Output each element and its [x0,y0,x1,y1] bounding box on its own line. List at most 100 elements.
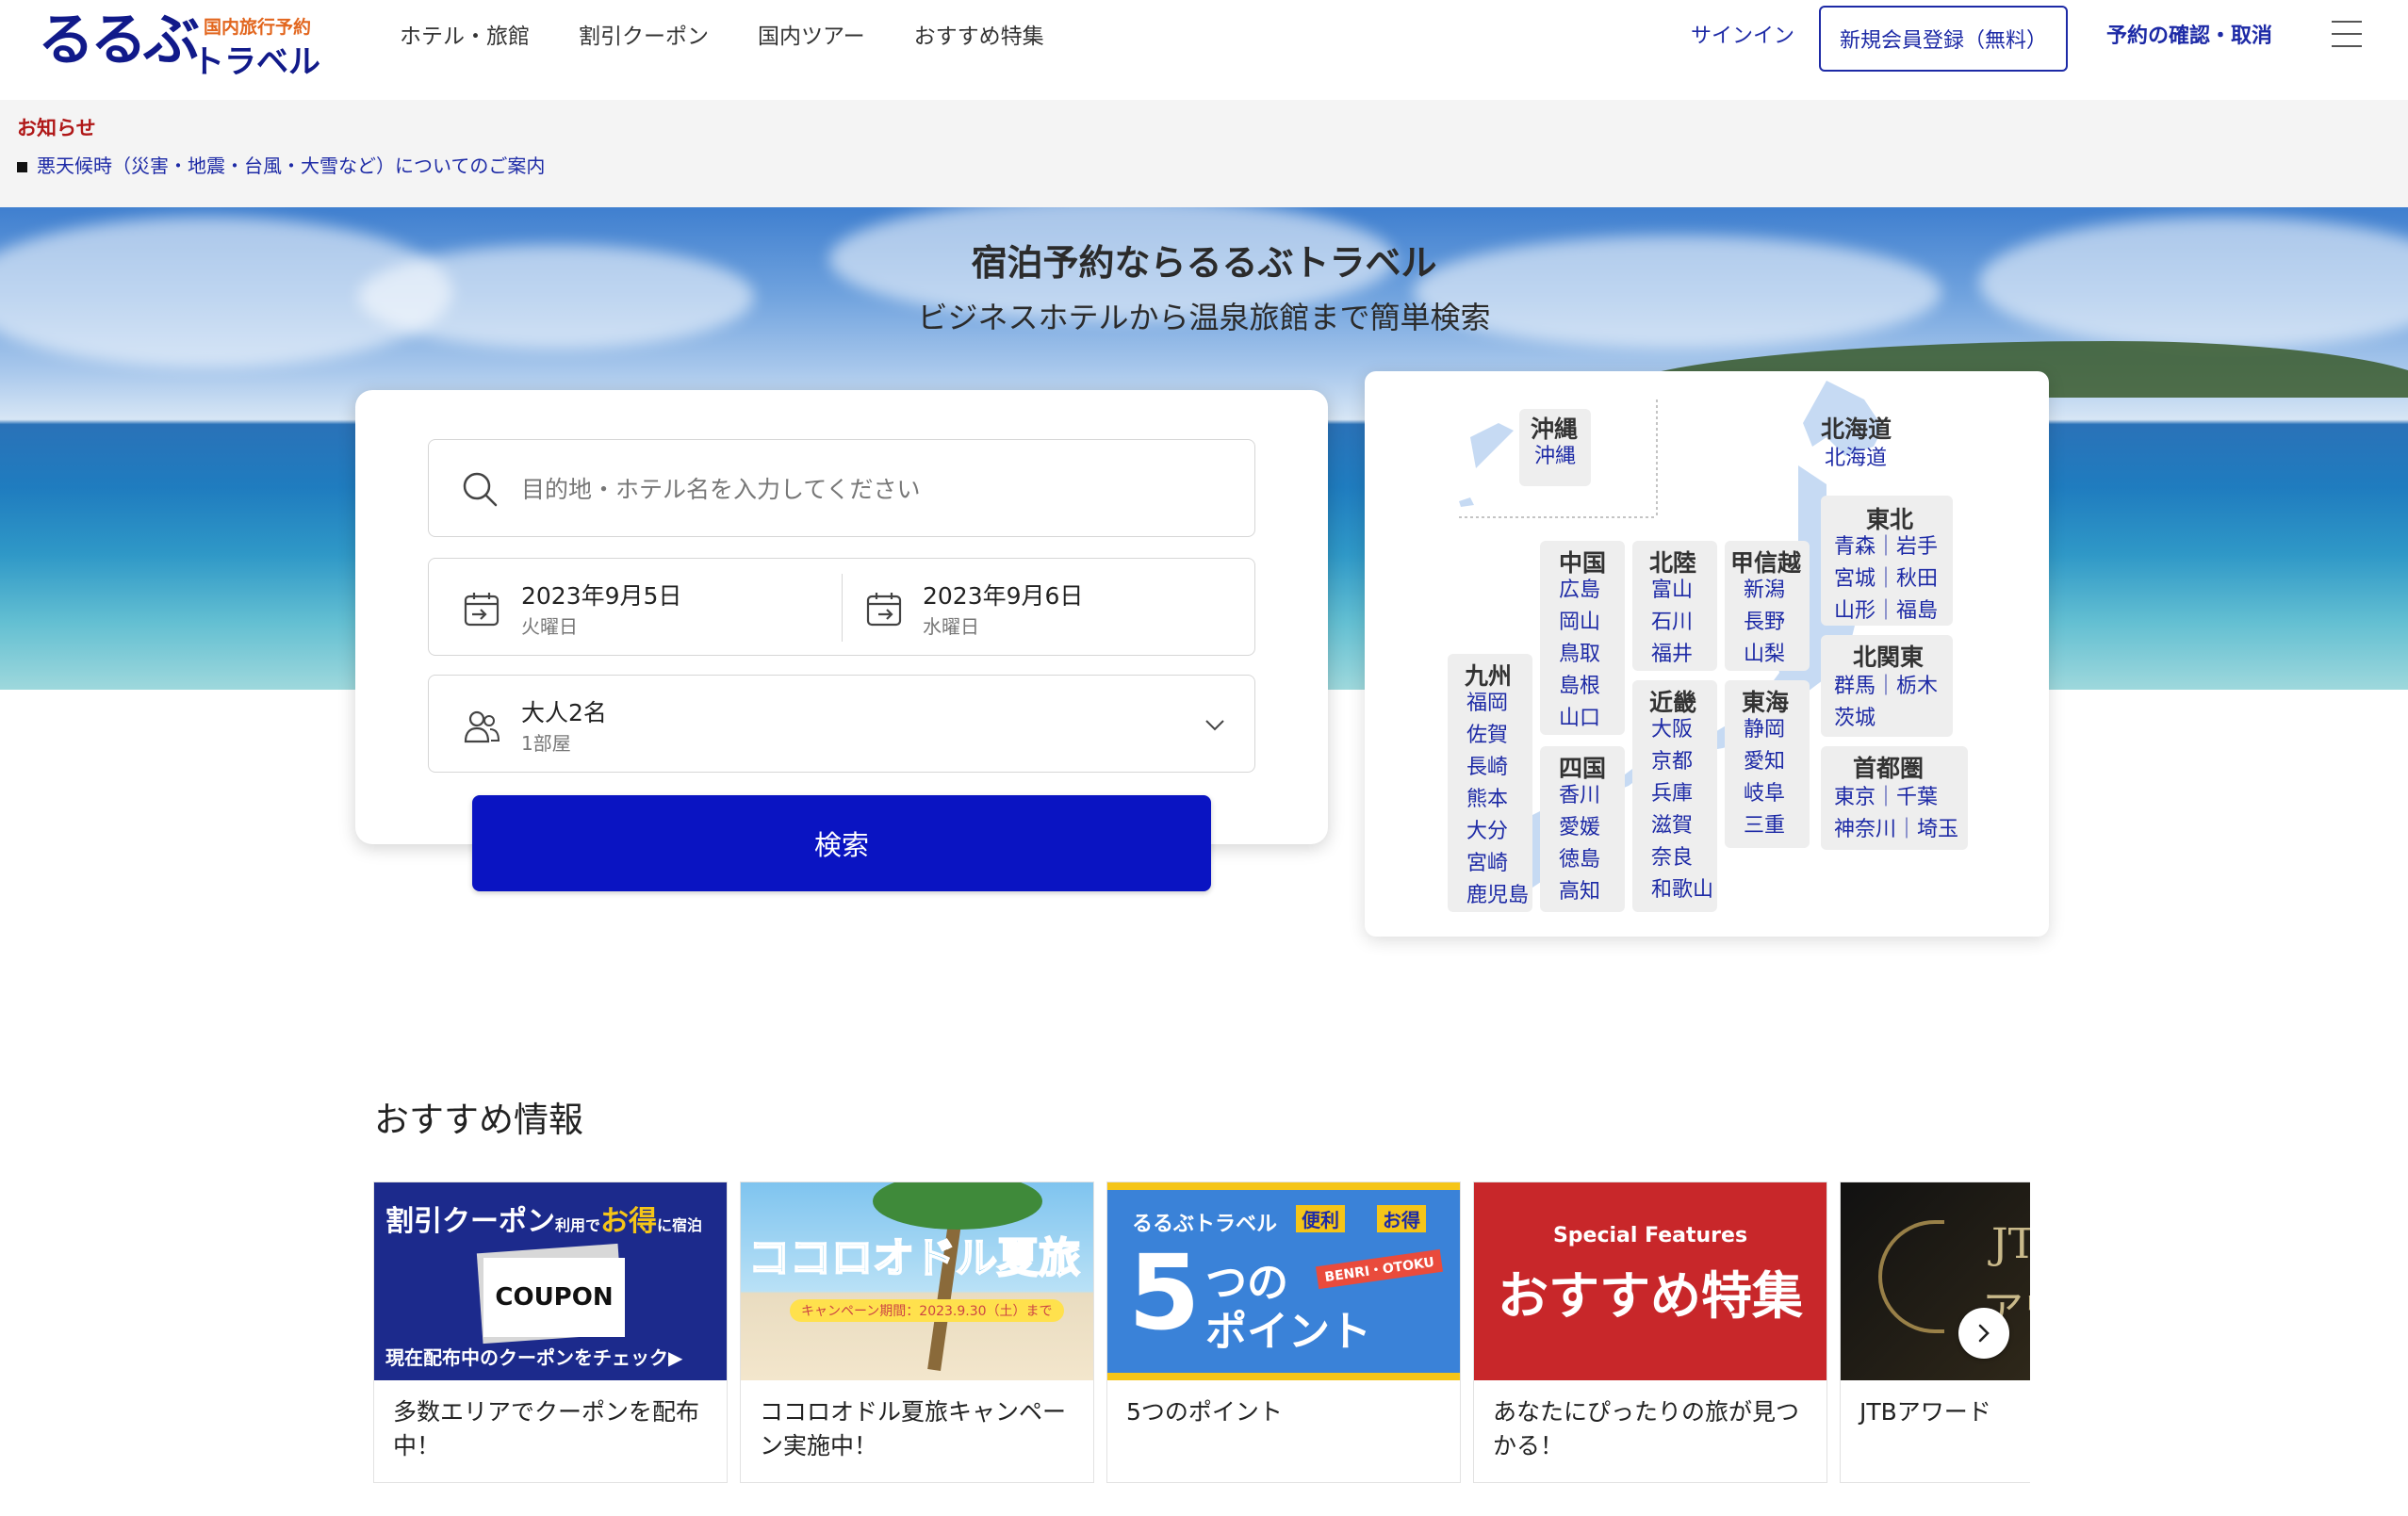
pref-nagasaki[interactable]: 長崎 [1466,754,1508,782]
nav-features[interactable]: おすすめ特集 [914,21,1044,53]
recommend-card-text: ココロオドル夏旅キャンペーン実施中！ [760,1398,1067,1459]
five-points-banner-image: るるぶトラベル 便利 お得 5 つの ポイント BENRI・OTOKU [1107,1182,1460,1380]
coupon-banner-image: 割引クーポン利用でお得に宿泊 COUPON 現在配布中のクーポンをチェック▶ [374,1182,727,1380]
carousel-next-button[interactable] [1958,1308,2009,1359]
award-banner-jtb: JTB [1991,1220,2030,1268]
pref-kumamoto[interactable]: 熊本 [1466,786,1508,814]
pref-row-tohoku-3[interactable]: 山形｜福島 [1834,597,1938,626]
logo-main-text: るるぶ [38,8,200,73]
square-bullet-icon [17,162,27,172]
region-kinki-name[interactable]: 近畿 [1649,684,1696,718]
guests-selector[interactable]: 大人2名 1部屋 [428,675,1255,773]
pref-row-kitakanto-1[interactable]: 群馬｜栃木 [1834,673,1938,701]
hamburger-menu-icon[interactable] [2332,21,2362,49]
pref-row-kitakanto-2[interactable]: 茨城 [1834,705,1876,733]
people-icon [464,710,500,743]
search-button[interactable]: 検索 [472,795,1211,891]
pref-mie[interactable]: 三重 [1744,812,1785,840]
pref-aichi[interactable]: 愛知 [1744,748,1785,776]
coupon-banner-bottom: 現在配布中のクーポンをチェック▶ [385,1346,683,1369]
pref-miyazaki[interactable]: 宮崎 [1466,850,1508,878]
region-shutoken-name[interactable]: 首都圏 [1853,750,1924,784]
pref-kagoshima[interactable]: 鹿児島 [1466,882,1529,910]
pref-hyogo[interactable]: 兵庫 [1651,780,1693,808]
destination-field[interactable] [428,439,1255,537]
hero-subtitle: ビジネスホテルから温泉旅館まで簡単検索 [917,300,1491,335]
reservation-confirm-link[interactable]: 予約の確認・取消 [2106,21,2272,53]
coupon-badge: COUPON [483,1258,625,1337]
recommend-card-summer[interactable]: ココロオドル夏旅 キャンペーン期間：2023.9.30（土）まで ココロオドル夏… [740,1182,1094,1483]
pref-row-shutoken-1[interactable]: 東京｜千葉 [1834,784,1938,812]
pref-ishikawa[interactable]: 石川 [1651,609,1693,637]
checkout-date-picker[interactable]: 2023年9月6日 水曜日 [843,559,1255,657]
notice-link[interactable]: 悪天候時（災害・地震・台風・大雪など）についてのご案内 [17,151,545,178]
pref-niigata[interactable]: 新潟 [1744,577,1785,605]
pref-osaka[interactable]: 大阪 [1651,716,1693,744]
pref-tokushima[interactable]: 徳島 [1559,846,1600,874]
destination-input[interactable] [521,468,1219,510]
region-okinawa-name[interactable]: 沖縄 [1531,411,1578,445]
region-koshinetsu-name[interactable]: 甲信越 [1730,545,1801,579]
coupon-banner-top: 割引クーポン [385,1205,555,1238]
pref-yamaguchi[interactable]: 山口 [1559,705,1600,733]
recommend-card-text: 5つのポイント [1126,1398,1283,1426]
notice-link-text: 悪天候時（災害・地震・台風・大雪など）についてのご案内 [37,155,546,177]
recommend-card-points[interactable]: るるぶトラベル 便利 お得 5 つの ポイント BENRI・OTOKU 5つのポ… [1106,1182,1461,1483]
pref-fukui[interactable]: 福井 [1651,641,1693,669]
site-header: るるぶ 国内旅行予約 トラベル ホテル・旅館 割引クーポン 国内ツアー おすすめ… [0,0,2408,100]
nav-tours[interactable]: 国内ツアー [758,21,865,53]
pref-oita[interactable]: 大分 [1466,818,1508,846]
hero-title: 宿泊予約ならるるぶトラベル [971,242,1437,284]
nav-coupons[interactable]: 割引クーポン [579,21,709,53]
rurubu-travel-logo[interactable]: るるぶ 国内旅行予約 トラベル [38,8,320,81]
pref-saga[interactable]: 佐賀 [1466,722,1508,750]
pref-tottori[interactable]: 鳥取 [1559,641,1600,669]
pref-wakayama[interactable]: 和歌山 [1651,876,1713,905]
date-field: 2023年9月5日 火曜日 2023年9月6日 水曜日 [428,558,1255,656]
coupon-banner-small2: に宿泊 [657,1216,703,1234]
pref-hiroshima[interactable]: 広島 [1559,577,1600,605]
pref-ehime[interactable]: 愛媛 [1559,814,1600,842]
pref-kochi[interactable]: 高知 [1559,878,1600,906]
pref-okinawa[interactable]: 沖縄 [1534,443,1576,471]
region-tohoku-name[interactable]: 東北 [1866,501,1913,535]
notice-title: お知らせ [17,117,96,139]
region-shikoku-name[interactable]: 四国 [1559,750,1606,784]
pref-kyoto[interactable]: 京都 [1651,748,1693,776]
checkin-weekday: 火曜日 [521,615,578,638]
register-button[interactable]: 新規会員登録（無料） [1819,6,2068,72]
pref-shimane[interactable]: 島根 [1559,673,1600,701]
pref-row-tohoku-2[interactable]: 宮城｜秋田 [1834,565,1938,594]
features-banner-big: おすすめ特集 [1498,1266,1803,1326]
summer-campaign-title: ココロオドル夏旅 [747,1233,1081,1283]
region-hokuriku-name[interactable]: 北陸 [1649,545,1696,579]
recommend-card-features[interactable]: Special Features おすすめ特集 あなたにぴったりの旅が見つかる！ [1473,1182,1827,1483]
checkin-date-picker[interactable]: 2023年9月5日 火曜日 [429,559,842,657]
region-chugoku-name[interactable]: 中国 [1559,545,1606,579]
features-banner-small: Special Features [1552,1224,1748,1247]
nav-hotels[interactable]: ホテル・旅館 [400,21,530,53]
pref-row-tohoku-1[interactable]: 青森｜岩手 [1834,533,1938,562]
region-hokkaido-name[interactable]: 北海道 [1821,411,1892,445]
region-kyushu-name[interactable]: 九州 [1465,658,1512,692]
region-tokai-name[interactable]: 東海 [1742,684,1789,718]
pref-nagano[interactable]: 長野 [1744,609,1785,637]
pref-yamanashi[interactable]: 山梨 [1744,641,1785,669]
pref-shiga[interactable]: 滋賀 [1651,812,1693,840]
pref-nara[interactable]: 奈良 [1651,844,1693,872]
pref-kagawa[interactable]: 香川 [1559,782,1600,810]
pref-toyama[interactable]: 富山 [1651,577,1693,605]
pref-okayama[interactable]: 岡山 [1559,609,1600,637]
pref-gifu[interactable]: 岐阜 [1744,780,1785,808]
region-kitakanto-name[interactable]: 北関東 [1853,639,1924,673]
chevron-right-icon [1978,1324,1990,1343]
pref-fukuoka[interactable]: 福岡 [1466,690,1508,718]
pref-hokkaido[interactable]: 北海道 [1825,445,1887,473]
calendar-checkout-icon [866,593,902,627]
points-big-number: 5 [1128,1232,1201,1353]
checkout-date: 2023年9月6日 [923,582,1084,610]
recommend-card-coupon[interactable]: 割引クーポン利用でお得に宿泊 COUPON 現在配布中のクーポンをチェック▶ 多… [373,1182,728,1483]
pref-shizuoka[interactable]: 静岡 [1744,716,1785,744]
pref-row-shutoken-2[interactable]: 神奈川｜埼玉 [1834,816,1958,844]
signin-link[interactable]: サインイン [1691,21,1794,53]
